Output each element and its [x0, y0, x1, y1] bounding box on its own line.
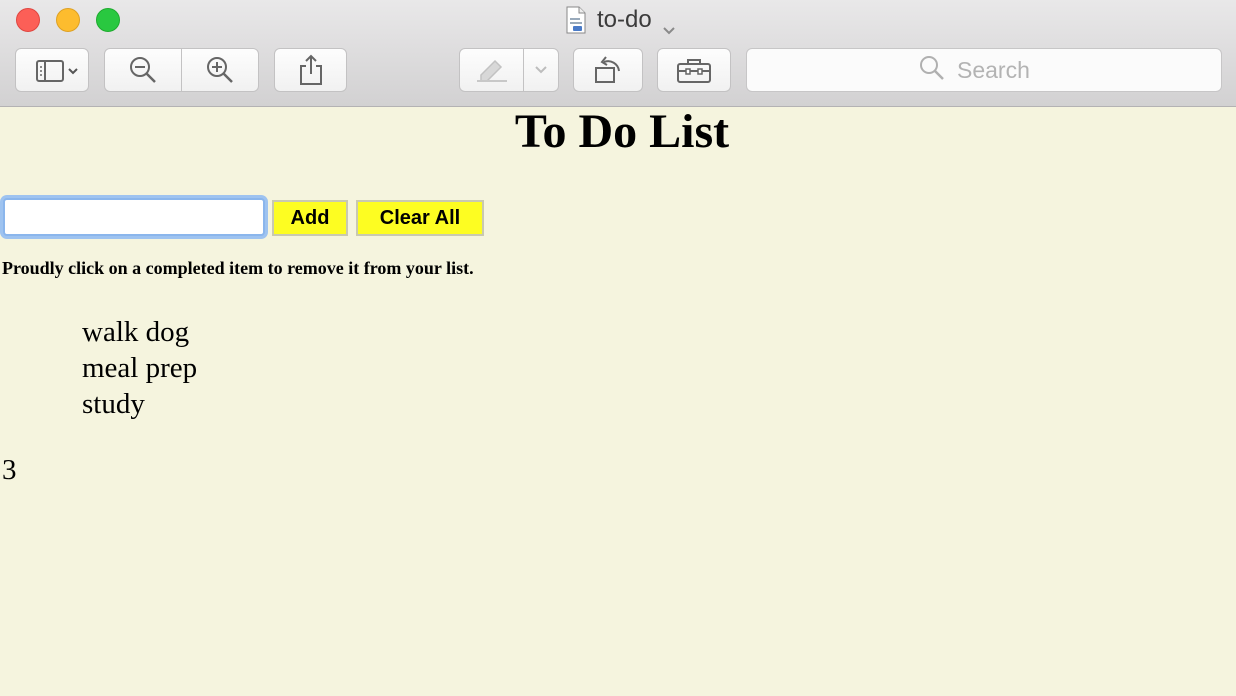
- page-title: To Do List: [514, 105, 730, 158]
- todo-item[interactable]: study: [82, 386, 197, 422]
- sidebar-toggle-icon: [26, 58, 78, 82]
- markup-options-button[interactable]: [523, 48, 559, 92]
- instructions-text: Proudly click on a completed item to rem…: [2, 258, 474, 278]
- sidebar-toggle-button[interactable]: [15, 48, 89, 92]
- clear-all-button[interactable]: Clear All: [356, 200, 484, 236]
- item-count: 3: [2, 454, 17, 486]
- add-button[interactable]: Add: [272, 200, 348, 236]
- share-icon: [298, 54, 324, 86]
- markup-button[interactable]: [459, 48, 524, 92]
- chevron-down-icon: [534, 65, 548, 75]
- zoom-in-button[interactable]: [181, 48, 259, 92]
- window-title: to-do: [597, 6, 652, 33]
- minimize-window-button[interactable]: [56, 8, 80, 32]
- html-document-icon: [565, 6, 587, 34]
- search-input[interactable]: [955, 55, 1049, 85]
- zoom-in-icon: [205, 55, 235, 85]
- document-title[interactable]: to-do: [565, 4, 676, 36]
- toolbox-button[interactable]: [657, 48, 731, 92]
- task-input[interactable]: [3, 198, 265, 236]
- window-titlebar: to-do: [0, 0, 1236, 107]
- markup-pen-icon: [475, 57, 509, 83]
- todo-item[interactable]: walk dog: [82, 314, 197, 350]
- rotate-icon: [592, 54, 624, 86]
- toolbox-icon: [676, 56, 712, 84]
- page-content: To Do List Add Clear All Proudly click o…: [0, 107, 1236, 696]
- todo-item[interactable]: meal prep: [82, 350, 197, 386]
- maximize-window-button[interactable]: [96, 8, 120, 32]
- close-window-button[interactable]: [16, 8, 40, 32]
- chevron-down-icon: [662, 15, 676, 35]
- zoom-out-icon: [128, 55, 158, 85]
- rotate-button[interactable]: [573, 48, 643, 92]
- todo-list: walk dog meal prep study: [82, 314, 197, 422]
- share-button[interactable]: [274, 48, 347, 92]
- zoom-out-button[interactable]: [104, 48, 182, 92]
- search-icon: [919, 55, 945, 86]
- search-field[interactable]: [746, 48, 1222, 92]
